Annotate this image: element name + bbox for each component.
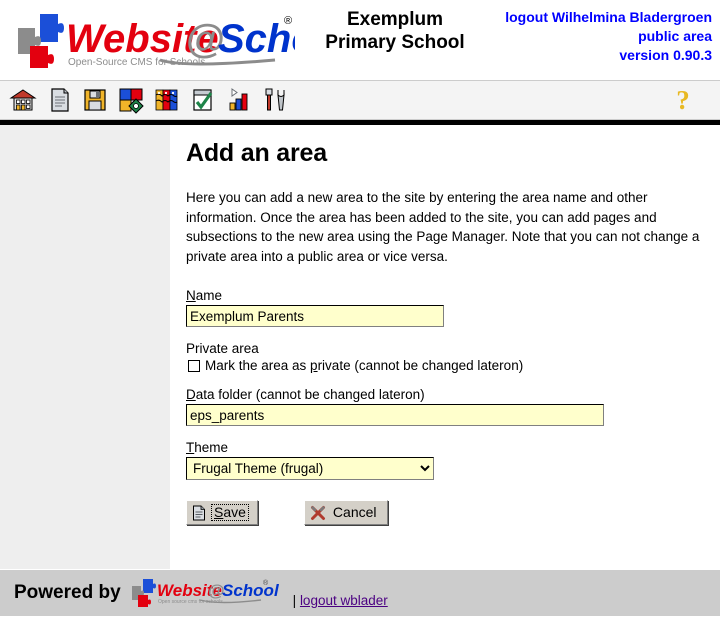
main-toolbar: ? — [0, 80, 720, 120]
page-title: Add an area — [186, 139, 327, 167]
toolbar-tools-button[interactable] — [258, 83, 292, 117]
name-label-rest: ame — [195, 288, 223, 303]
file-icon — [51, 88, 69, 112]
private-area-label: Private area — [186, 341, 259, 356]
users-icon — [155, 89, 178, 111]
data-folder-input[interactable] — [186, 404, 604, 426]
private-checkbox-text: Mark the area as private (cannot be chan… — [205, 358, 523, 373]
main-content: Add an area Here you can add a new area … — [170, 125, 720, 569]
private-checkbox[interactable] — [188, 359, 200, 372]
private-checkbox-row[interactable]: Mark the area as private (cannot be chan… — [186, 358, 712, 373]
save-disk-icon — [84, 89, 106, 111]
theme-label-rest: heme — [194, 440, 229, 455]
checklist-icon — [193, 89, 213, 111]
data-folder-label-rest: ata folder (cannot be changed lateron) — [195, 387, 425, 402]
current-area-label: public area — [638, 28, 712, 44]
tools-icon — [265, 88, 285, 111]
page-icon — [193, 505, 205, 520]
version-label: version 0.90.3 — [619, 47, 712, 63]
logout-user-link[interactable]: logout Wilhelmina Bladergroen — [490, 8, 712, 27]
help-button[interactable]: ? — [666, 83, 700, 117]
toolbar-modules-button[interactable] — [114, 83, 148, 117]
toolbar-icon-group — [6, 83, 292, 117]
page-body: Add an area Here you can add a new area … — [0, 125, 720, 569]
toolbar-tasks-button[interactable] — [186, 83, 220, 117]
name-input[interactable] — [186, 305, 444, 327]
puzzle-modules-icon — [119, 88, 144, 114]
toolbar-statistics-button[interactable] — [222, 83, 256, 117]
save-button-rest: ave — [223, 504, 246, 520]
name-label: Name — [186, 288, 712, 303]
cancel-button-label: Cancel — [332, 504, 377, 520]
toolbar-pages-button[interactable] — [42, 83, 76, 117]
website-at-school-logo-graphic: Website @ School ® Open-Source CMS for S… — [18, 14, 295, 68]
cancel-button[interactable]: Cancel — [303, 500, 388, 525]
field-group-theme: Theme Frugal Theme (frugal) — [186, 440, 712, 480]
footer-logo-text-school: School — [222, 581, 279, 600]
private-text-accesskey: p — [310, 358, 318, 373]
footer-links: | logout wblader — [293, 593, 388, 608]
footer-puzzle-pieces-icon — [131, 579, 156, 607]
save-button-accesskey: S — [214, 504, 224, 520]
statistics-icon — [229, 88, 248, 111]
school-name-line1: Exemplum — [346, 9, 444, 30]
site-logo[interactable]: Website @ School ® Open-Source CMS for S… — [0, 0, 300, 70]
toolbar-users-button[interactable] — [150, 83, 184, 117]
save-button[interactable]: Save — [186, 500, 258, 525]
toolbar-save-button[interactable] — [78, 83, 112, 117]
logo-registered-mark: ® — [284, 15, 292, 27]
powered-by-label: Powered by — [14, 582, 121, 603]
sidebar — [0, 125, 170, 569]
private-text-after: rivate (cannot be changed lateron) — [317, 358, 524, 373]
footer-separator: | — [292, 592, 297, 608]
save-button-label: Save — [211, 504, 249, 521]
puzzle-pieces-icon — [18, 14, 64, 68]
cross-swords-icon — [310, 505, 325, 520]
name-label-accesskey: N — [186, 288, 196, 303]
data-folder-label: Data folder (cannot be changed lateron) — [186, 387, 712, 402]
theme-label: Theme — [186, 440, 712, 455]
data-folder-label-accesskey: D — [186, 387, 196, 402]
theme-label-accesskey: T — [186, 440, 195, 455]
footer-logo-registered-mark: ® — [263, 579, 269, 587]
footer-logout-link[interactable]: logout wblader — [300, 593, 388, 608]
school-name-line2: Primary School — [325, 32, 465, 53]
field-group-private: Private area Mark the area as private (c… — [186, 341, 712, 373]
school-name: Exemplum Primary School — [300, 0, 490, 54]
intro-text: Here you can add a new area to the site … — [186, 190, 700, 264]
footer-logo[interactable]: Website @ School ® Open source cms for s… — [129, 576, 279, 610]
page-header: Website @ School ® Open-Source CMS for S… — [0, 0, 720, 80]
session-info: logout Wilhelmina Bladergroen public are… — [490, 0, 720, 65]
question-mark-icon: ? — [676, 84, 690, 115]
home-icon — [9, 89, 37, 111]
private-text-before: Mark the area as — [205, 358, 311, 373]
field-group-data-folder: Data folder (cannot be changed lateron) — [186, 387, 712, 426]
theme-select[interactable]: Frugal Theme (frugal) — [186, 457, 434, 480]
toolbar-home-button[interactable] — [6, 83, 40, 117]
form-button-row: Save Cancel — [186, 500, 712, 525]
field-group-name: Name — [186, 288, 712, 327]
page-footer: Powered by Website @ School ® Open sourc… — [0, 570, 720, 616]
